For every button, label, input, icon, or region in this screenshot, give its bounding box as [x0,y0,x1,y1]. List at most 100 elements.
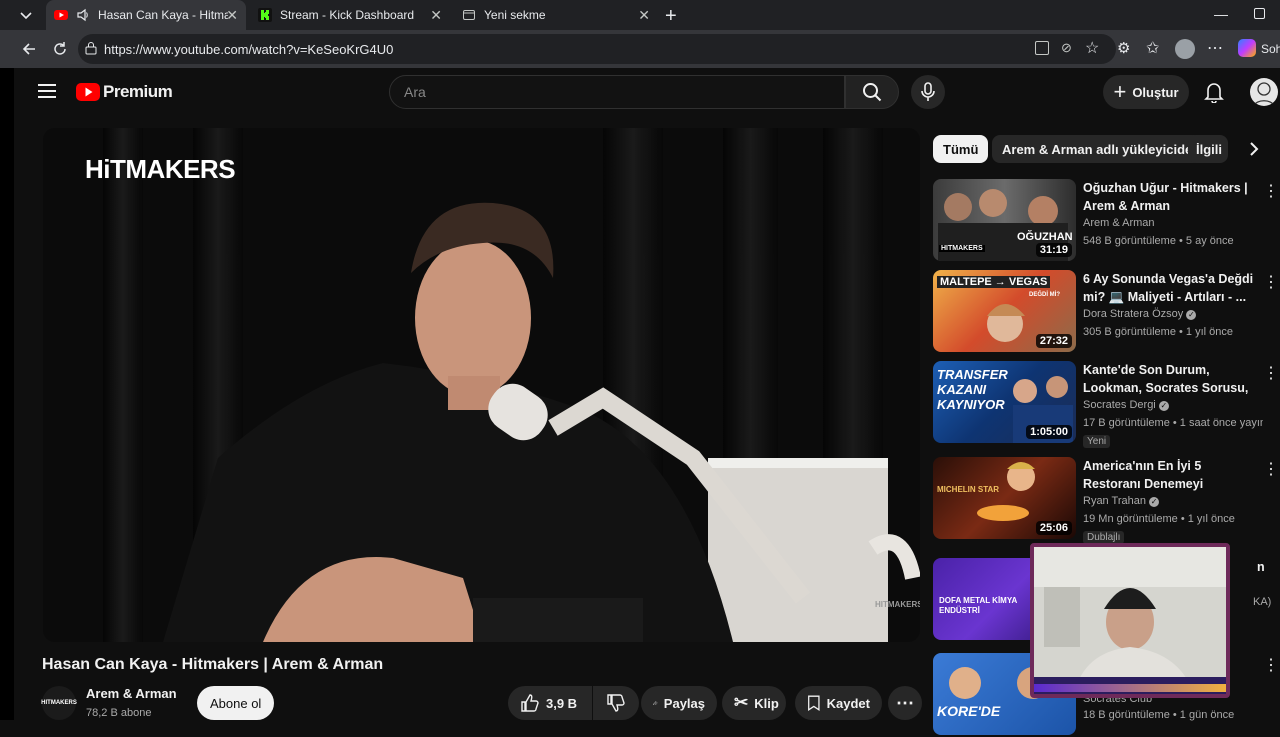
recommendation-title[interactable]: America'nın En İyi 5 Restoranı Denemeyi … [1083,457,1258,493]
recommendation-meta: 18 B görüntüleme • 1 gün önce [1083,709,1235,721]
more-vertical-icon[interactable]: ⋮ [1263,655,1279,675]
webcam-overlay [1030,543,1230,698]
subscribe-button[interactable]: Abone ol [197,686,275,720]
video-thumbnail[interactable]: TRANSFER KAZANI KAYNIYOR 1:05:00 [933,361,1076,443]
thumb-subcaption: HITMAKERS [939,245,985,252]
browser-tab-strip: Hasan Can Kaya - Hitmakers | ✕ Stream - … [0,0,1280,30]
chip-next-chevron-icon[interactable] [1248,140,1260,163]
recommendation-meta: 548 B görüntüleme • 5 ay önce [1083,235,1234,247]
search-button[interactable] [845,75,899,109]
save-button[interactable]: Kaydet [795,686,882,720]
create-label: Oluştur [1132,84,1179,100]
recommendation-meta: 17 B görüntüleme • 1 saat önce yayınland… [1083,417,1263,429]
new-tab-plus-icon[interactable]: + [665,5,677,28]
recommendation-channel[interactable]: Ryan Trahan ✓ [1083,495,1160,507]
clip-button[interactable]: ✂ Klip [722,686,786,720]
channel-label: Dora Stratera Özsoy [1083,308,1184,320]
share-button[interactable]: Paylaş [641,686,717,720]
extensions-icon[interactable]: ⚙ [1117,39,1130,57]
chip-related[interactable]: İlgili [1188,135,1228,163]
search-input[interactable]: Ara [389,75,845,109]
bookmark-icon [808,695,820,712]
recommendation-channel[interactable]: Arem & Arman [1083,217,1155,229]
recommendation-title[interactable]: Kante'de Son Durum, Lookman, Socrates So… [1083,361,1258,397]
video-thumbnail[interactable]: OĞUZHAN HITMAKERS 31:19 [933,179,1076,261]
video-thumbnail[interactable]: MICHELIN STAR 25:06 [933,457,1076,539]
reload-icon[interactable] [51,40,69,63]
recommendation-item[interactable]: TRANSFER KAZANI KAYNIYOR 1:05:00 Kante'd… [933,361,1279,448]
favorite-star-icon[interactable]: ☆ [1085,38,1099,58]
recommendation-meta: 305 B görüntüleme • 1 yıl önce [1083,326,1233,338]
search-icon [863,83,882,102]
apps-icon[interactable] [1035,41,1049,55]
subscribe-label: Abone ol [210,695,262,711]
hamburger-menu-icon[interactable] [38,83,56,104]
recommendation-title[interactable]: n [1257,558,1280,576]
clip-label: Klip [754,695,779,711]
microphone-icon [921,82,935,101]
favorites-icon[interactable]: ✩ [1146,38,1159,58]
like-count: 3,9 B [546,695,578,711]
new-badge: Yeni [1083,435,1111,448]
recommendation-meta: 19 Mn görüntüleme • 1 yıl önce [1083,513,1235,525]
site-info-icon[interactable] [84,41,98,60]
more-vertical-icon[interactable]: ⋮ [1263,363,1279,383]
left-window-edge [0,68,14,720]
channel-name[interactable]: Arem & Arman [86,686,177,701]
verified-check-icon: ✓ [1149,497,1160,507]
recommendation-item[interactable]: OĞUZHAN HITMAKERS 31:19 Oğuzhan Uğur - H… [933,179,1279,263]
search-placeholder: Ara [404,84,426,100]
close-tab-icon[interactable]: ✕ [430,7,442,24]
recommendation-channel[interactable]: Dora Stratera Özsoy ✓ [1083,308,1197,320]
video-frame [43,128,920,642]
minimize-icon[interactable]: — [1214,6,1228,22]
youtube-logo[interactable]: Premium [76,82,173,102]
more-vertical-icon[interactable]: ⋮ [1263,272,1279,292]
more-vertical-icon[interactable]: ⋮ [1263,459,1279,479]
tab-title: Stream - Kick Dashboard [280,8,415,22]
account-avatar[interactable] [1250,78,1278,106]
recommendation-title[interactable]: Oğuzhan Uğur - Hitmakers | Arem & Arman [1083,179,1258,215]
youtube-favicon-icon [54,8,68,22]
recommendation-extra: KA) [1253,596,1272,608]
copilot-label[interactable]: Soh [1261,42,1280,56]
tab-kick[interactable]: Stream - Kick Dashboard ✕ [250,0,450,30]
chip-label: İlgili [1196,141,1222,157]
url-input[interactable]: https://www.youtube.com/watch?v=KeSeoKrG… [78,34,1116,64]
tracking-prevention-icon[interactable]: ⊘ [1061,40,1072,56]
tab-youtube[interactable]: Hasan Can Kaya - Hitmakers | ✕ [46,0,246,30]
chip-from-uploader[interactable]: Arem & Arman adlı yükleyiciden [992,135,1211,163]
video-duration: 27:32 [1035,334,1072,348]
tab-list-chevron-icon[interactable] [18,7,34,23]
recommendation-item[interactable]: MALTEPE → VEGAS DEĞDİ Mİ? 27:32 6 Ay Son… [933,270,1279,354]
plus-icon: + [1113,79,1127,104]
share-label: Paylaş [663,695,705,711]
youtube-play-logo-icon [76,83,100,101]
channel-avatar[interactable]: HITMAKERS [41,686,77,720]
video-player[interactable]: HiTMAKERS HITMAKERS [43,128,920,642]
notifications-bell-icon[interactable] [1204,81,1224,108]
tab-new[interactable]: Yeni sekme ✕ [454,0,658,30]
like-button[interactable]: 3,9 B [508,686,592,720]
close-tab-icon[interactable]: ✕ [226,7,238,24]
more-actions-button[interactable]: ⋯ [888,686,922,720]
more-vertical-icon[interactable]: ⋮ [1263,181,1279,201]
profile-avatar-icon[interactable] [1175,39,1195,59]
thumb-caption: DOFA METAL KİMYA ENDÜSTRİ [939,596,1017,615]
copilot-icon[interactable] [1238,39,1256,57]
recommendation-channel[interactable]: Socrates Dergi ✓ [1083,399,1169,411]
recommendation-title[interactable]: 6 Ay Sonunda Vegas'a Değdi mi? 💻 Maliyet… [1083,270,1258,306]
close-tab-icon[interactable]: ✕ [638,7,650,24]
chip-all[interactable]: Tümü [933,135,989,163]
create-button[interactable]: + Oluştur [1103,75,1189,109]
speaker-icon[interactable] [76,8,90,22]
dislike-button[interactable] [593,686,639,720]
back-arrow-icon[interactable] [20,40,38,63]
video-title: Hasan Can Kaya - Hitmakers | Arem & Arma… [42,656,384,673]
scissors-icon: ✂ [734,693,749,712]
voice-search-button[interactable] [911,75,945,109]
video-thumbnail[interactable]: MALTEPE → VEGAS DEĞDİ Mİ? 27:32 [933,270,1076,352]
more-menu-icon[interactable]: ⋯ [1207,38,1223,58]
maximize-icon[interactable] [1254,8,1265,19]
recommendation-item[interactable]: MICHELIN STAR 25:06 America'nın En İyi 5… [933,457,1279,544]
